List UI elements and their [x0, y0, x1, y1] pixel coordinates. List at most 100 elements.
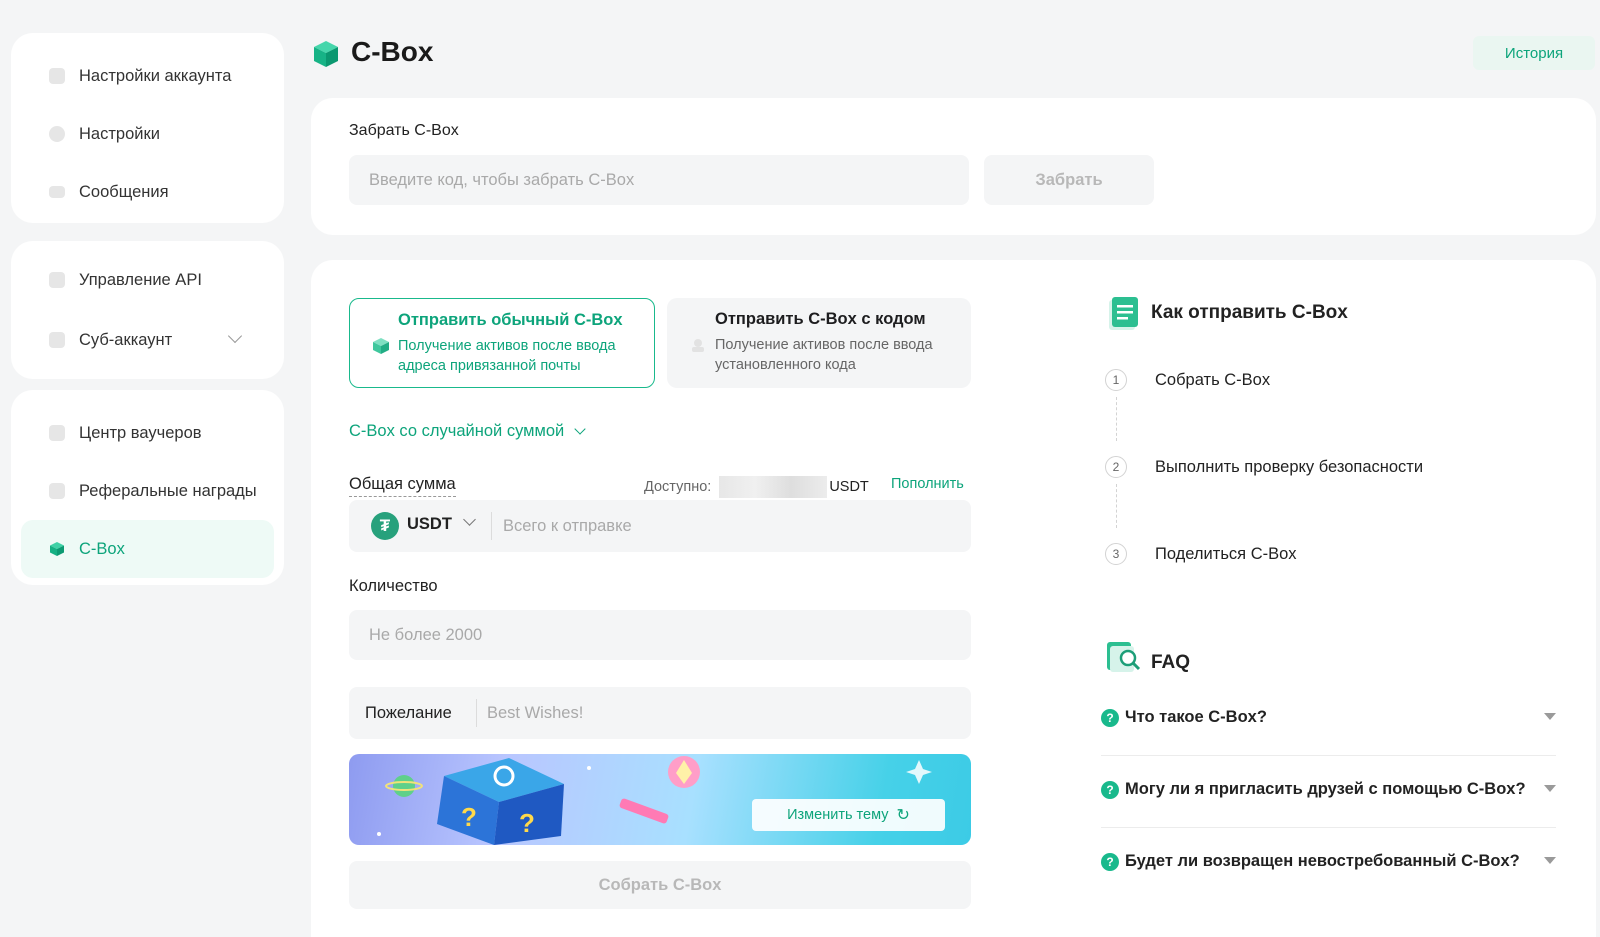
step-number: 3: [1105, 543, 1127, 565]
divider: [491, 512, 492, 540]
step-label: Выполнить проверку безопасности: [1155, 457, 1424, 476]
cbox-logo-icon: [313, 40, 339, 73]
sidebar-item-label: Настройки: [79, 124, 160, 143]
claim-code-input[interactable]: [349, 155, 969, 205]
faq-question: Что такое C-Box?: [1125, 708, 1267, 726]
send-code-option[interactable]: Отправить C-Box с кодом Получение активо…: [667, 298, 971, 388]
step-number: 1: [1105, 369, 1127, 391]
send-cbox-card: Отправить обычный C-Box Получение активо…: [311, 260, 1596, 937]
faq-search-icon: [1106, 640, 1142, 679]
sidebar-item-subaccount[interactable]: Суб-аккаунт: [21, 305, 274, 375]
option-title: Отправить C-Box с кодом: [715, 310, 926, 328]
claim-label: Забрать C-Box: [349, 122, 459, 139]
change-theme-label: Изменить тему: [787, 807, 889, 823]
svg-text:?: ?: [461, 802, 477, 832]
step-connector: [1116, 484, 1117, 528]
sidebar-item-settings[interactable]: Настройки: [21, 105, 274, 163]
api-icon: [49, 272, 65, 288]
claim-button[interactable]: Забрать: [984, 155, 1154, 205]
howto-step: 2 Выполнить проверку безопасности: [1105, 456, 1423, 478]
total-amount-input[interactable]: [499, 500, 959, 552]
caret-down-icon: [1544, 785, 1556, 792]
howto-step: 3 Поделиться C-Box: [1105, 543, 1297, 565]
sidebar-item-cbox[interactable]: C-Box: [21, 520, 274, 578]
coin-selector[interactable]: USDT: [407, 515, 452, 534]
sidebar-item-voucher-center[interactable]: Центр ваучеров: [21, 404, 274, 462]
faq-item[interactable]: ? Могу ли я пригласить друзей с помощью …: [1101, 780, 1556, 799]
history-button[interactable]: История: [1473, 36, 1595, 70]
message-icon: [49, 186, 65, 198]
step-connector: [1116, 397, 1117, 441]
question-icon: ?: [1101, 780, 1119, 799]
voucher-icon: [49, 425, 65, 441]
topup-link[interactable]: Пополнить: [891, 476, 964, 492]
sidebar-item-label: Настройки аккаунта: [79, 66, 232, 85]
step-number: 2: [1105, 456, 1127, 478]
page-title: C-Box: [351, 36, 434, 67]
cbox-icon: [373, 338, 389, 354]
random-amount-dropdown[interactable]: C-Box со случайной суммой: [349, 422, 586, 441]
faq-item[interactable]: ? Что такое C-Box?: [1101, 708, 1556, 727]
faq-question: Могу ли я пригласить друзей с помощью C-…: [1125, 780, 1526, 798]
quantity-label: Количество: [349, 577, 438, 595]
sidebar-item-api[interactable]: Управление API: [21, 255, 274, 305]
total-amount-label: Общая сумма: [349, 475, 456, 497]
chevron-down-icon: [227, 328, 243, 344]
chevron-down-icon[interactable]: [463, 513, 476, 526]
caret-down-icon: [1544, 857, 1556, 864]
referral-icon: [49, 483, 65, 499]
howto-title: Как отправить C-Box: [1151, 302, 1348, 323]
faq-title: FAQ: [1151, 652, 1191, 673]
sidebar-group-api: Управление API Суб-аккаунт: [11, 241, 284, 379]
sidebar-group-rewards: Центр ваучеров Реферальные награды C-Box: [11, 390, 284, 585]
change-theme-button[interactable]: Изменить тему ↻: [752, 799, 945, 831]
available-balance: Доступно: USDT: [644, 476, 869, 498]
divider: [476, 699, 477, 727]
subaccount-icon: [49, 332, 65, 348]
available-label: Доступно:: [644, 479, 712, 495]
wish-input[interactable]: [481, 687, 961, 739]
option-description: Получение активов после ввода установлен…: [715, 337, 933, 373]
caret-down-icon: [1544, 713, 1556, 720]
sidebar-item-messages[interactable]: Сообщения: [21, 163, 274, 221]
code-lock-icon: [692, 339, 704, 352]
sidebar-group-account: Настройки аккаунта Настройки Сообщения: [11, 33, 284, 223]
balance-hidden: [719, 476, 828, 498]
sidebar-item-referral[interactable]: Реферальные награды: [21, 462, 274, 520]
random-amount-label: C-Box со случайной суммой: [349, 422, 565, 440]
option-title: Отправить обычный C-Box: [398, 311, 623, 329]
sidebar-item-label: Сообщения: [79, 182, 169, 201]
step-label: Поделиться C-Box: [1155, 544, 1297, 563]
theme-banner: ? ? Изменить тему ↻: [349, 754, 971, 845]
amount-field: ₮ USDT: [349, 500, 971, 552]
available-unit: USDT: [829, 479, 869, 495]
howto-step: 1 Собрать C-Box: [1105, 369, 1270, 391]
divider: [1101, 827, 1556, 828]
question-icon: ?: [1101, 852, 1119, 871]
wish-label: Пожелание: [365, 704, 452, 722]
document-icon: [1106, 296, 1140, 337]
question-icon: ?: [1101, 708, 1119, 727]
claim-cbox-card: Забрать C-Box Забрать: [311, 98, 1596, 235]
collect-cbox-button[interactable]: Собрать C-Box: [349, 861, 971, 909]
sidebar-item-label: Реферальные награды: [79, 481, 257, 500]
quantity-input[interactable]: [349, 610, 971, 660]
user-icon: [49, 68, 65, 84]
sidebar-item-label: Суб-аккаунт: [79, 330, 173, 349]
option-description: Получение активов после ввода адреса при…: [398, 338, 616, 374]
send-regular-option[interactable]: Отправить обычный C-Box Получение активо…: [349, 298, 655, 388]
cbox-icon: [49, 541, 65, 557]
sidebar-item-label: C-Box: [79, 539, 125, 558]
faq-item[interactable]: ? Будет ли возвращен невостребованный C-…: [1101, 852, 1556, 871]
refresh-icon: ↻: [896, 807, 910, 824]
usdt-coin-icon: ₮: [371, 512, 399, 540]
sidebar-item-label: Управление API: [79, 270, 202, 289]
sidebar-item-label: Центр ваучеров: [79, 423, 202, 442]
svg-text:?: ?: [519, 808, 535, 838]
step-label: Собрать C-Box: [1155, 370, 1271, 389]
sidebar-item-account-settings[interactable]: Настройки аккаунта: [21, 47, 274, 105]
wish-field: Пожелание: [349, 687, 971, 739]
faq-question: Будет ли возвращен невостребованный C-Bo…: [1125, 852, 1520, 870]
settings-icon: [49, 126, 65, 142]
divider: [1101, 755, 1556, 756]
